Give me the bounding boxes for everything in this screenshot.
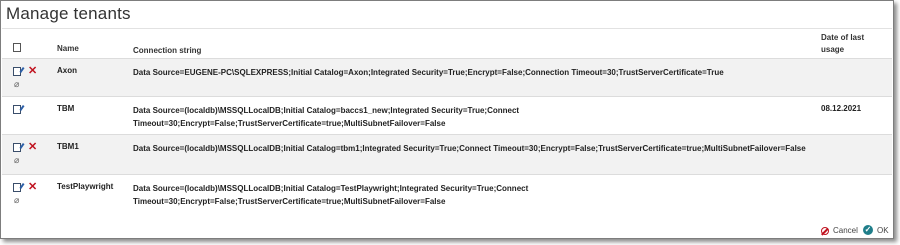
connection-string-line2: Timeout=30;Encrypt=False;TrustServerCert… xyxy=(133,196,446,206)
table-row: ✕ ⌀ Axon Data Source=EUGENE-PC\SQLEXPRES… xyxy=(2,58,892,96)
manage-tenants-dialog: Manage tenants Name Connection string Da… xyxy=(0,0,894,239)
actions-header xyxy=(2,29,57,58)
date-header-line1: Date of last xyxy=(821,33,865,42)
cancel-button[interactable]: Cancel xyxy=(821,226,858,235)
tenant-name: TestPlaywright xyxy=(57,181,114,191)
edit-icon[interactable] xyxy=(13,142,21,152)
tenants-table: Name Connection string Date of last usag… xyxy=(2,29,892,212)
connection-string: Data Source=(localdb)\MSSQLLocalDB;Initi… xyxy=(122,174,821,212)
row-actions: ✕ ⌀ xyxy=(2,58,57,96)
connection-string: Data Source=(localdb)\MSSQLLocalDB;Initi… xyxy=(122,96,821,134)
last-usage-date xyxy=(821,174,892,212)
delete-icon[interactable]: ✕ xyxy=(28,141,37,152)
table-row: ✕ ⌀ TestPlaywright Data Source=(localdb)… xyxy=(2,174,892,212)
connection-string: Data Source=EUGENE-PC\SQLEXPRESS;Initial… xyxy=(122,58,821,96)
row-actions: ✕ ⌀ xyxy=(2,174,57,212)
dialog-title: Manage tenants xyxy=(6,4,131,23)
connection-string: Data Source=(localdb)\MSSQLLocalDB;Initi… xyxy=(122,134,821,174)
table-row: ✕ ⌀ TBM1 Data Source=(localdb)\MSSQLLoca… xyxy=(2,134,892,174)
delete-icon[interactable]: ✕ xyxy=(28,65,37,76)
ok-button[interactable]: ✓ OK xyxy=(863,225,889,235)
paperclip-icon[interactable]: ⌀ xyxy=(14,155,19,165)
row-actions xyxy=(2,96,57,134)
edit-icon[interactable] xyxy=(13,182,21,192)
name-header: Name xyxy=(57,44,79,53)
date-header: Date of last usage xyxy=(821,29,892,58)
last-usage-date xyxy=(821,58,892,96)
edit-icon[interactable] xyxy=(13,66,21,76)
tenant-name: TBM xyxy=(57,103,75,113)
table-row: TBM Data Source=(localdb)\MSSQLLocalDB;I… xyxy=(2,96,892,134)
check-circle-icon: ✓ xyxy=(863,225,873,235)
date-header-line2: usage xyxy=(821,45,845,54)
paperclip-icon[interactable]: ⌀ xyxy=(14,79,19,89)
connection-string-line1: Data Source=EUGENE-PC\SQLEXPRESS;Initial… xyxy=(133,67,724,77)
add-tenant-icon[interactable] xyxy=(13,43,21,52)
delete-icon[interactable]: ✕ xyxy=(28,181,37,192)
tenant-name: TBM1 xyxy=(57,141,79,151)
connection-string-line1: Data Source=(localdb)\MSSQLLocalDB;Initi… xyxy=(133,183,529,193)
ok-label: OK xyxy=(877,225,889,235)
cancel-circle-icon xyxy=(821,226,829,235)
last-usage-date xyxy=(821,134,892,174)
tenant-name: Axon xyxy=(57,65,77,75)
paperclip-icon[interactable]: ⌀ xyxy=(14,195,19,205)
connection-string-line1: Data Source=(localdb)\MSSQLLocalDB;Initi… xyxy=(133,105,520,115)
row-actions: ✕ ⌀ xyxy=(2,134,57,174)
edit-icon[interactable] xyxy=(13,104,21,114)
connection-string-line1: Data Source=(localdb)\MSSQLLocalDB;Initi… xyxy=(133,143,806,153)
connection-string-line2: Timeout=30;Encrypt=False;TrustServerCert… xyxy=(133,118,446,128)
connection-header: Connection string xyxy=(133,46,202,55)
table-header-row: Name Connection string Date of last usag… xyxy=(2,29,892,58)
last-usage-date: 08.12.2021 xyxy=(821,103,862,113)
cancel-label: Cancel xyxy=(833,226,858,235)
